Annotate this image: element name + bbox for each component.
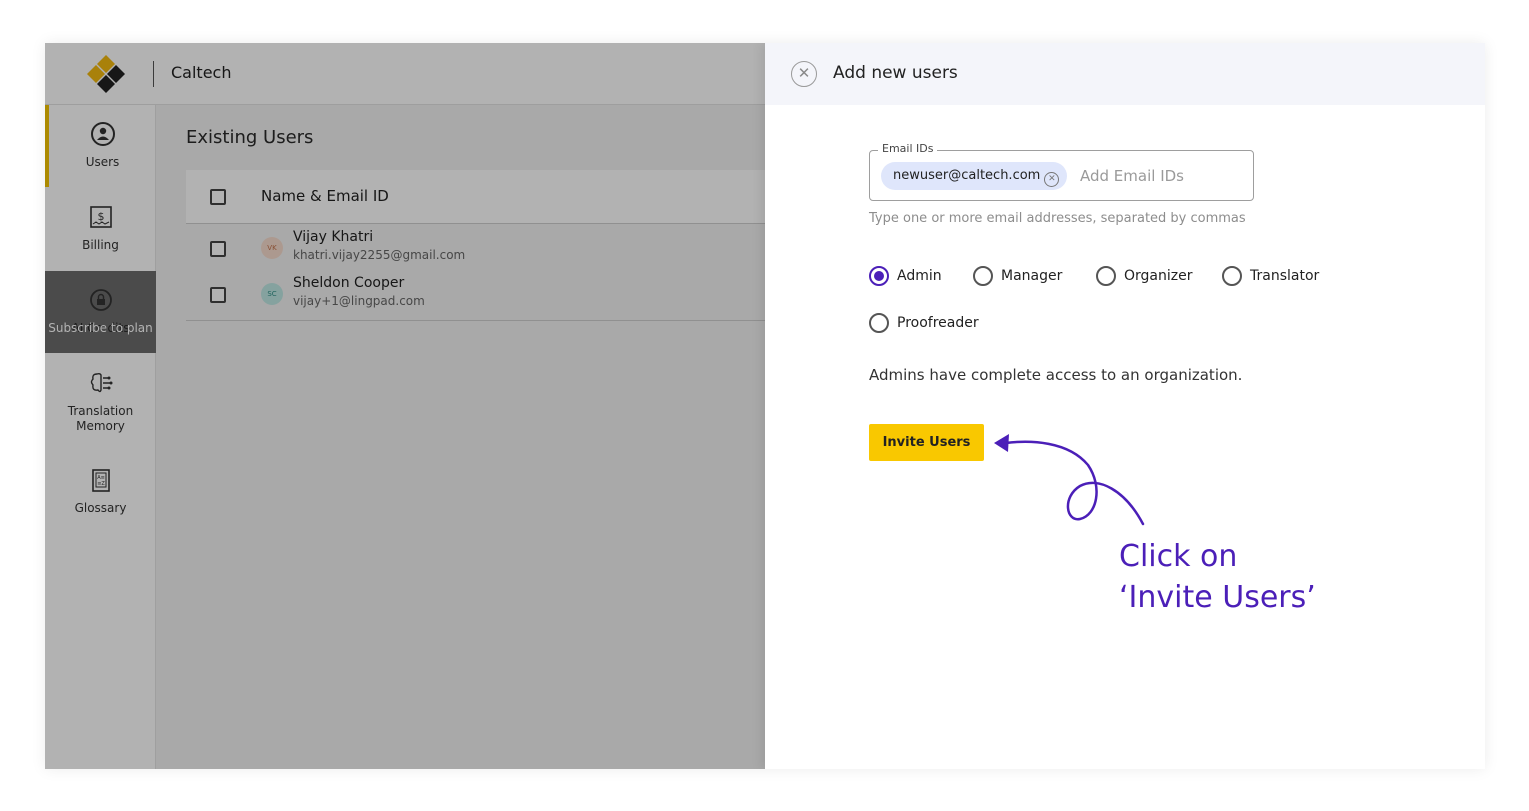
- email-field-legend: Email IDs: [878, 142, 938, 155]
- email-chip-label: newuser@caltech.com: [893, 168, 1041, 183]
- radio-selected-icon: [869, 266, 889, 286]
- role-radio-admin[interactable]: Admin: [869, 265, 942, 287]
- remove-chip-icon[interactable]: ✕: [1044, 172, 1060, 187]
- annotation-line-2: ‘Invite Users’: [1119, 580, 1316, 615]
- email-chip: newuser@caltech.com ✕: [881, 162, 1068, 190]
- role-label: Translator: [1250, 268, 1320, 284]
- role-description: Admins have complete access to an organi…: [869, 366, 1243, 384]
- email-help-text: Type one or more email addresses, separa…: [869, 211, 1246, 226]
- drawer-header: ✕ Add new users: [765, 43, 1485, 105]
- role-label: Manager: [1001, 268, 1063, 284]
- role-label: Admin: [897, 268, 942, 284]
- role-label: Proofreader: [897, 315, 979, 331]
- annotation-line-1: Click on: [1119, 539, 1238, 574]
- role-label: Organizer: [1124, 268, 1193, 284]
- role-radio-manager[interactable]: Manager: [973, 265, 1062, 287]
- modal-backdrop[interactable]: [45, 43, 765, 769]
- radio-icon: [1222, 266, 1242, 286]
- app-window: Caltech Users $ Billing AI Credits Subsc…: [45, 43, 1485, 769]
- radio-icon: [973, 266, 993, 286]
- add-users-drawer: ✕ Add new users Email IDs newuser@caltec…: [765, 43, 1485, 769]
- close-icon[interactable]: ✕: [791, 61, 817, 87]
- role-radio-proofreader[interactable]: Proofreader: [869, 312, 979, 334]
- annotation-callout: Click on ‘Invite Users’: [1119, 536, 1316, 618]
- radio-icon: [1096, 266, 1116, 286]
- role-radio-translator[interactable]: Translator: [1222, 265, 1319, 287]
- role-radio-organizer[interactable]: Organizer: [1096, 265, 1192, 287]
- email-input[interactable]: [1080, 163, 1240, 189]
- invite-users-button[interactable]: Invite Users: [869, 424, 984, 461]
- email-ids-field[interactable]: Email IDs newuser@caltech.com ✕: [869, 142, 1254, 201]
- radio-icon: [869, 313, 889, 333]
- drawer-title: Add new users: [833, 63, 958, 83]
